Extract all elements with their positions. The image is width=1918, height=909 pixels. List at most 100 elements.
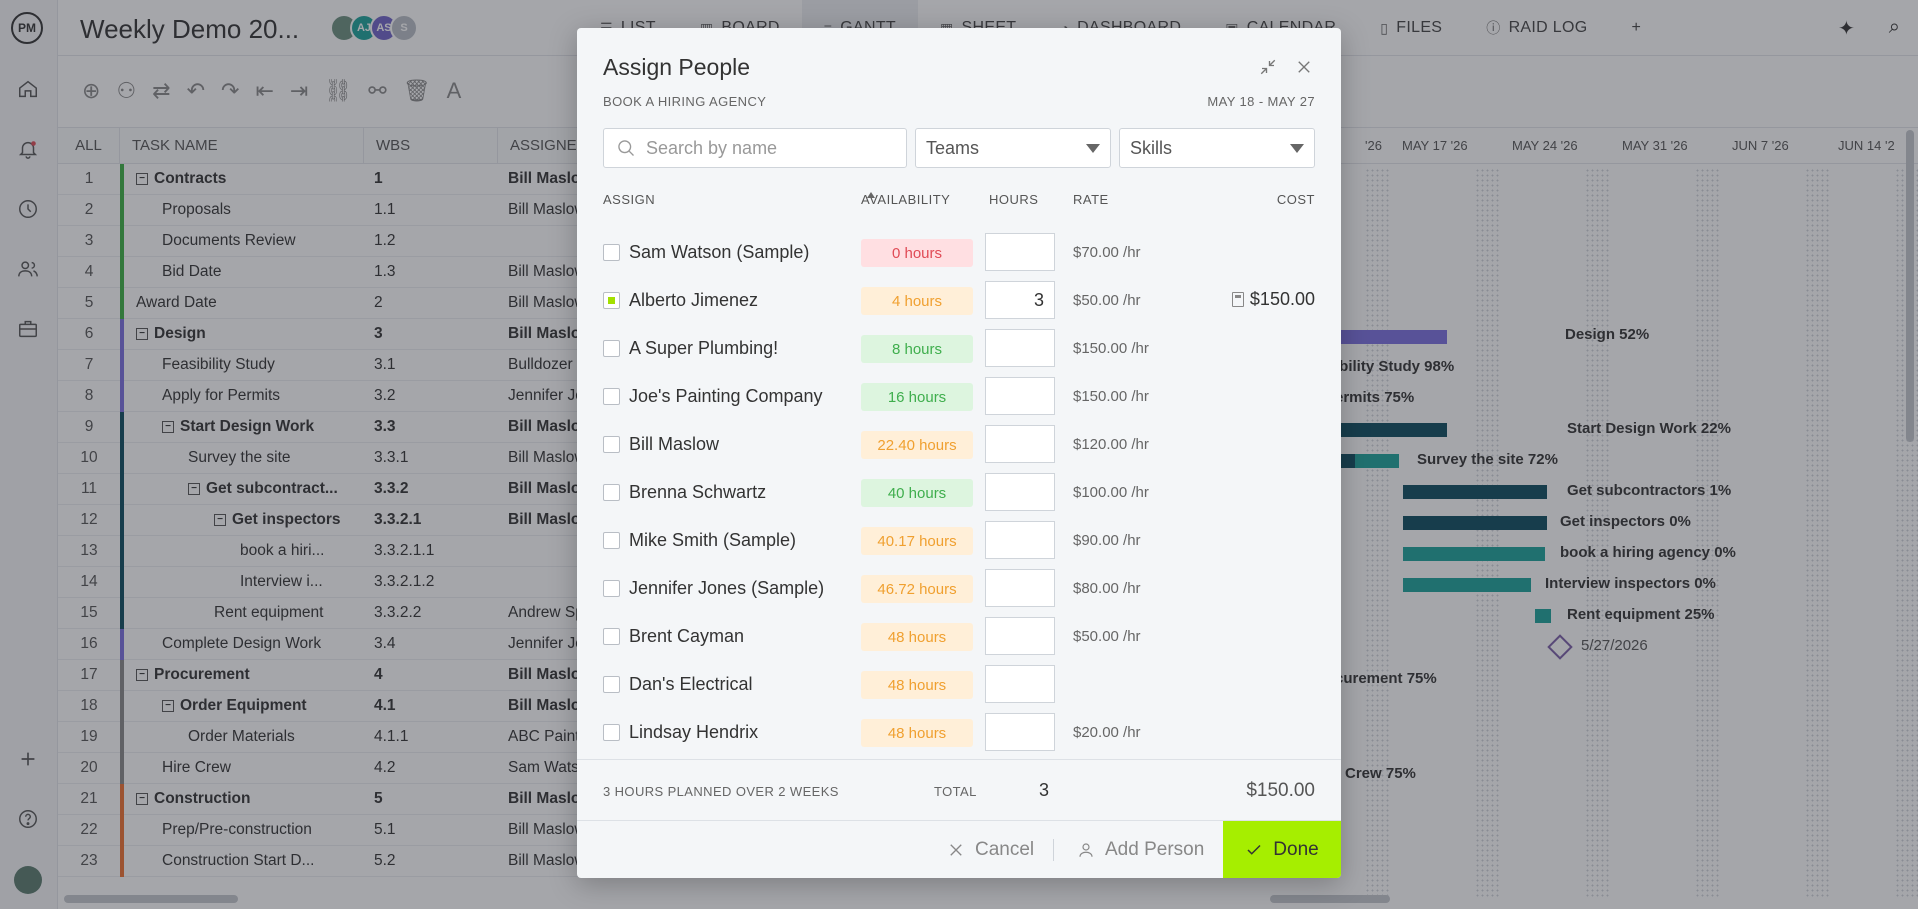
hours-input[interactable] xyxy=(985,473,1055,511)
sort-ascending-icon xyxy=(867,192,875,198)
person-name: Dan's Electrical xyxy=(629,674,753,694)
person-row: Lindsay Hendrix 48 hours $20.00 /hr xyxy=(603,708,1315,756)
availability-badge: 0 hours xyxy=(861,239,973,267)
teams-dropdown-label: Teams xyxy=(926,137,980,158)
close-icon[interactable] xyxy=(1295,58,1313,82)
assign-people-modal: Assign People BOOK A HIRING AGENCY MAY 1… xyxy=(577,28,1341,878)
person-row: Brenna Schwartz 40 hours $100.00 /hr xyxy=(603,468,1315,516)
hourly-rate: $150.00 /hr xyxy=(1073,340,1149,357)
hourly-rate: $50.00 /hr xyxy=(1073,628,1141,645)
hours-input[interactable] xyxy=(985,665,1055,703)
assign-checkbox[interactable] xyxy=(603,628,620,645)
hourly-rate: $90.00 /hr xyxy=(1073,532,1141,549)
hourly-rate: $120.00 /hr xyxy=(1073,436,1149,453)
person-name: Mike Smith (Sample) xyxy=(629,530,797,550)
availability-badge: 48 hours xyxy=(861,719,973,747)
calculator-icon xyxy=(1231,292,1244,307)
col-hours: HOURS xyxy=(989,192,1039,207)
person-row: Alberto Jimenez 4 hours $50.00 /hr $150.00 xyxy=(603,276,1315,324)
hours-input[interactable] xyxy=(985,617,1055,655)
search-icon xyxy=(618,140,634,156)
add-person-button[interactable]: Add Person xyxy=(1077,821,1204,878)
done-button[interactable]: Done xyxy=(1223,821,1341,878)
assign-table-header: ASSIGN AVAILABILITY HOURS RATE COST xyxy=(603,192,1315,207)
person-row: Mike Smith (Sample) 40.17 hours $90.00 /hr xyxy=(603,516,1315,564)
people-list: Sam Watson (Sample) 0 hours $70.00 /hr Albe… xyxy=(603,228,1315,756)
skills-dropdown-label: Skills xyxy=(1130,137,1173,158)
person-name: Joe's Painting Company xyxy=(629,386,823,406)
hours-input[interactable] xyxy=(985,233,1055,271)
check-icon xyxy=(1247,844,1261,855)
availability-badge: 48 hours xyxy=(861,623,973,651)
person-name: Jennifer Jones (Sample) xyxy=(629,578,825,598)
assign-checkbox[interactable] xyxy=(603,340,620,357)
modal-title: Assign People xyxy=(603,54,751,80)
person-name: Sam Watson (Sample) xyxy=(629,242,810,262)
person-name: Brenna Schwartz xyxy=(629,482,767,502)
person-name: Lindsay Hendrix xyxy=(629,722,759,742)
person-name: A Super Plumbing! xyxy=(629,338,779,358)
person-row: Jennifer Jones (Sample) 46.72 hours $80.00… xyxy=(603,564,1315,612)
assign-checkbox[interactable] xyxy=(603,580,620,597)
col-rate: RATE xyxy=(1073,192,1109,207)
hours-input[interactable] xyxy=(985,569,1055,607)
hours-input[interactable] xyxy=(985,713,1055,751)
chevron-down-icon xyxy=(1290,143,1304,153)
hours-input[interactable] xyxy=(985,377,1055,415)
hours-input[interactable] xyxy=(985,521,1055,559)
availability-badge: 40.17 hours xyxy=(861,527,973,555)
person-name: Alberto Jimenez xyxy=(629,290,759,310)
availability-badge: 40 hours xyxy=(861,479,973,507)
hours-input[interactable] xyxy=(985,281,1055,319)
hourly-rate: $100.00 /hr xyxy=(1073,484,1149,501)
chevron-down-icon xyxy=(1086,143,1100,153)
modal-task-name: BOOK A HIRING AGENCY xyxy=(603,94,767,109)
modal-date-range: MAY 18 - MAY 27 xyxy=(1207,94,1315,109)
hourly-rate: $70.00 /hr xyxy=(1073,244,1141,261)
hours-input[interactable] xyxy=(985,329,1055,367)
person-row: Joe's Painting Company 16 hours $150.00 /h… xyxy=(603,372,1315,420)
availability-badge: 16 hours xyxy=(861,383,973,411)
hourly-rate: $20.00 /hr xyxy=(1073,724,1141,741)
col-cost: COST xyxy=(1276,192,1315,207)
close-icon xyxy=(950,843,962,856)
cancel-button[interactable]: Cancel xyxy=(947,821,1034,878)
assignment-summary: 3 HOURS PLANNED OVER 2 WEEKS TOTAL 3 $15… xyxy=(603,780,1315,804)
teams-dropdown[interactable]: Teams xyxy=(915,128,1111,168)
total-hours: 3 xyxy=(1039,780,1050,800)
person-cost: $150.00 xyxy=(1231,289,1315,310)
person-row: Dan's Electrical 48 hours xyxy=(603,660,1315,708)
person-icon xyxy=(1079,842,1093,857)
modal-footer: Cancel Add Person Done xyxy=(577,821,1341,878)
person-name: Bill Maslow xyxy=(629,434,720,454)
assign-checkbox[interactable] xyxy=(603,292,620,309)
hourly-rate: $50.00 /hr xyxy=(1073,292,1141,309)
hourly-rate: $150.00 /hr xyxy=(1073,388,1149,405)
total-label: TOTAL xyxy=(934,784,977,799)
col-assign: ASSIGN xyxy=(603,192,656,207)
skills-dropdown[interactable]: Skills xyxy=(1119,128,1315,168)
hourly-rate: $80.00 /hr xyxy=(1073,580,1141,597)
availability-badge: 4 hours xyxy=(861,287,973,315)
person-row: A Super Plumbing! 8 hours $150.00 /hr xyxy=(603,324,1315,372)
assign-checkbox[interactable] xyxy=(603,532,620,549)
person-row: Sam Watson (Sample) 0 hours $70.00 /hr xyxy=(603,228,1315,276)
availability-badge: 22.40 hours xyxy=(861,431,973,459)
hours-input[interactable] xyxy=(985,425,1055,463)
planned-hours-text: 3 HOURS PLANNED OVER 2 WEEKS xyxy=(603,784,839,799)
person-row: Bill Maslow 22.40 hours $120.00 /hr xyxy=(603,420,1315,468)
person-row: Brent Cayman 48 hours $50.00 /hr xyxy=(603,612,1315,660)
total-cost: $150.00 xyxy=(1246,780,1315,801)
search-by-name-input[interactable] xyxy=(646,137,896,159)
availability-badge: 48 hours xyxy=(861,671,973,699)
assign-checkbox[interactable] xyxy=(603,724,620,741)
assign-checkbox[interactable] xyxy=(603,244,620,261)
assign-checkbox[interactable] xyxy=(603,676,620,693)
availability-badge: 46.72 hours xyxy=(861,575,973,603)
search-people-box xyxy=(603,128,907,168)
assign-checkbox[interactable] xyxy=(603,388,620,405)
person-name: Brent Cayman xyxy=(629,626,745,646)
minimize-icon[interactable] xyxy=(1259,58,1277,82)
assign-checkbox[interactable] xyxy=(603,436,620,453)
assign-checkbox[interactable] xyxy=(603,484,620,501)
